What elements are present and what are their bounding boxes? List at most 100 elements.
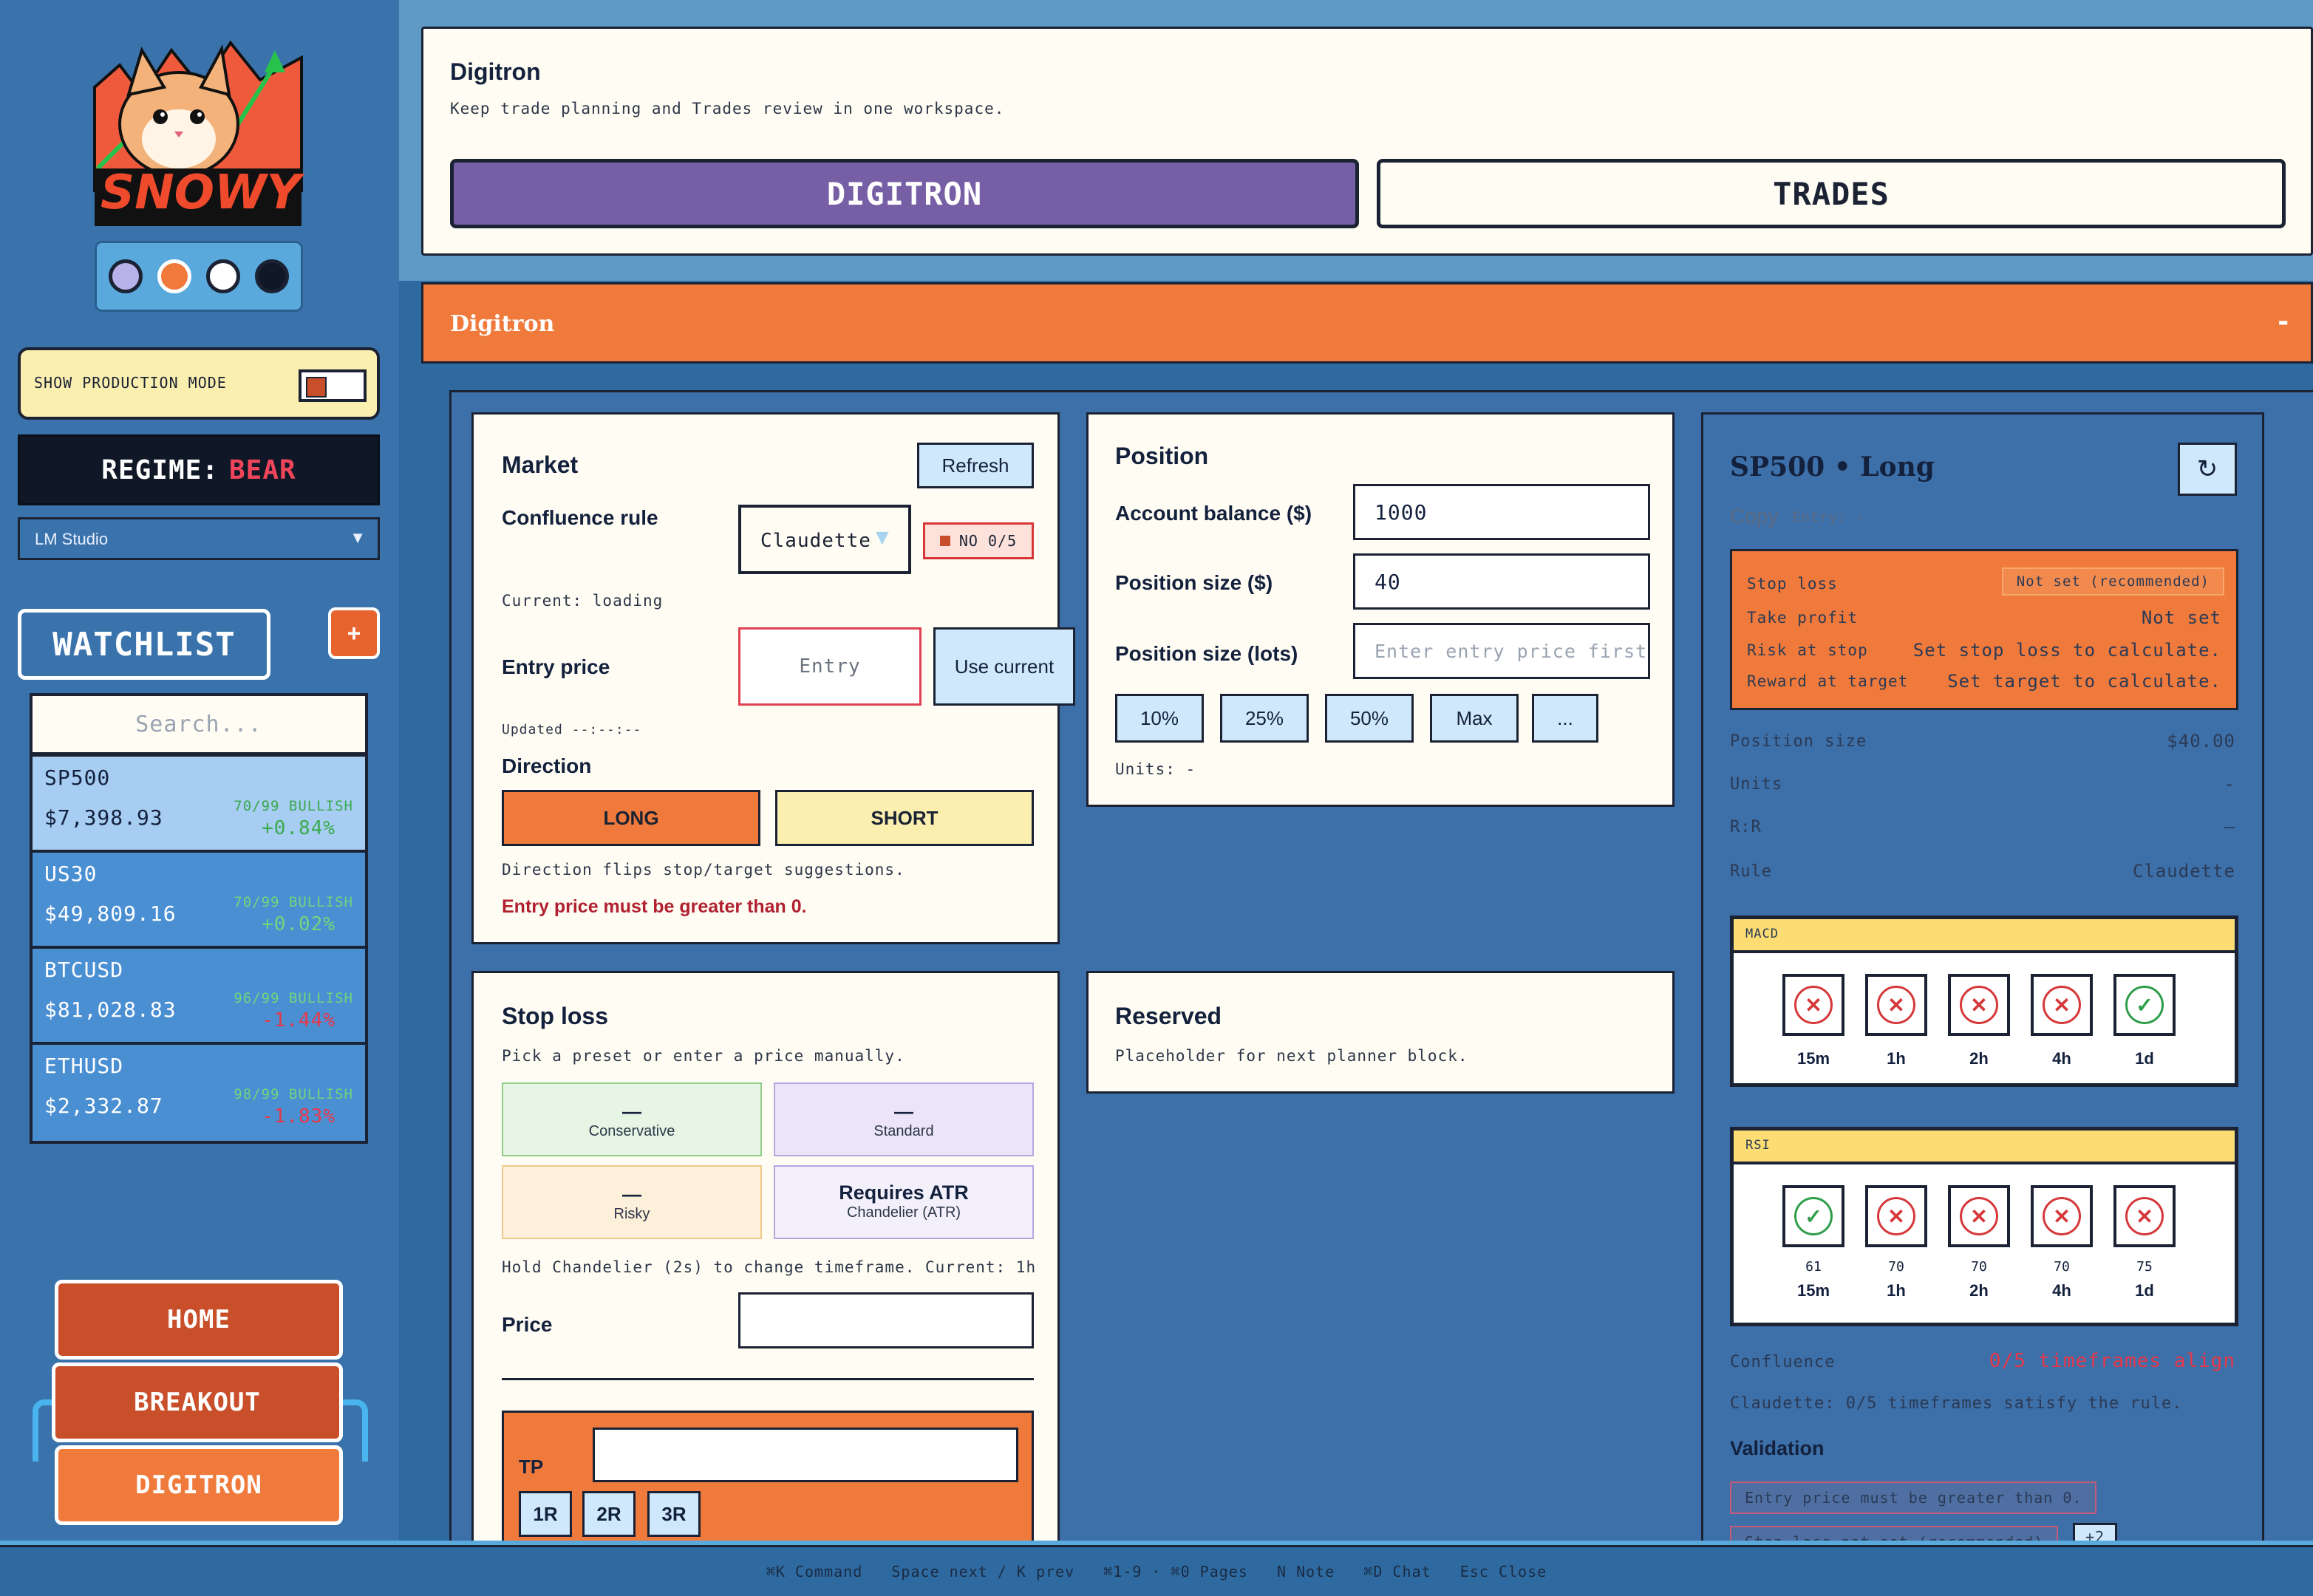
macd-1d-cell: ✓ (2113, 974, 2176, 1036)
rr-row-label: R:R (1730, 818, 1762, 836)
position-size-input[interactable]: 40 (1353, 553, 1650, 610)
lots-placeholder: Enter entry price first (1374, 640, 1648, 662)
macd-1h-status-icon: ✕ (1877, 986, 1915, 1024)
watchlist-search-input[interactable]: Search... (33, 696, 365, 752)
nav-home-button[interactable]: HOME (55, 1280, 343, 1360)
preset-50-button[interactable]: 50% (1325, 694, 1414, 743)
use-current-button[interactable]: Use current (933, 627, 1075, 706)
preset-10-button[interactable]: 10% (1115, 694, 1204, 743)
take-profit-value: Not set (2141, 607, 2221, 628)
preset-25-button[interactable]: 25% (1220, 694, 1309, 743)
price: $81,028.83 (44, 998, 177, 1022)
model-select[interactable]: LM Studio ▼ (18, 517, 380, 560)
theme-swatch-white[interactable] (206, 259, 240, 293)
rsi-block: RSI ✓ ✕ ✕ ✕ ✕ 61 70 70 70 75 15m 1h 2h 4… (1730, 1127, 2238, 1326)
confluence-rule-value: Claudette (760, 530, 871, 552)
entry-price-input[interactable]: Entry (738, 627, 922, 706)
watchlist-item-us30[interactable]: US30 $49,809.16 70/99 BULLISH +0.02% (33, 853, 365, 946)
tp-1r-button[interactable]: 1R (519, 1491, 572, 1537)
production-mode-label: SHOW PRODUCTION MODE (34, 374, 227, 392)
page-subtitle: Keep trade planning and Trades review in… (450, 100, 1005, 117)
confluence-label: Confluence (1730, 1353, 1836, 1371)
position-size-row-label: Position size (1730, 732, 1867, 751)
preset-label: Risky (613, 1206, 650, 1222)
chevron-down-icon: ▼ (871, 525, 893, 550)
digitron-panel-header[interactable]: Digitron - (421, 282, 2313, 364)
copy-button[interactable]: Copy (1730, 505, 1778, 528)
rsi-value: 61 (1805, 1259, 1822, 1275)
preset-label: Chandelier (ATR) (846, 1204, 961, 1221)
current-status: Current: loading (502, 592, 664, 610)
macd-tf-label: 1h (1887, 1049, 1906, 1068)
long-button[interactable]: LONG (502, 790, 760, 846)
theme-swatch-dark[interactable] (255, 259, 289, 293)
refresh-button[interactable]: Refresh (917, 443, 1034, 488)
short-button[interactable]: SHORT (775, 790, 1034, 846)
tp-input[interactable] (593, 1428, 1018, 1482)
sidebar: SNOWY SHOW PRODUCTION MODE REGIME: BEAR … (0, 0, 399, 1541)
rsi-4h-cell: ✕ (2031, 1185, 2093, 1247)
rr-row-value: — (2224, 816, 2235, 837)
preset-risky[interactable]: — Risky (502, 1165, 762, 1239)
watchlist-item-ethusd[interactable]: ETHUSD $2,332.87 98/99 BULLISH -1.83% (33, 1045, 365, 1141)
position-title: Position (1115, 443, 1209, 469)
production-mode-toggle[interactable]: SHOW PRODUCTION MODE (18, 347, 380, 420)
entry-error: Entry price must be greater than 0. (502, 896, 807, 917)
symbol: ETHUSD (44, 1054, 124, 1078)
nav-digitron-button[interactable]: DIGITRON (55, 1445, 343, 1525)
add-watchlist-button[interactable]: + (328, 607, 380, 659)
macd-1h-cell: ✕ (1865, 974, 1927, 1036)
watchlist-item-sp500[interactable]: SP500 $7,398.93 70/99 BULLISH +0.84% (33, 757, 365, 850)
tab-digitron[interactable]: DIGITRON (450, 159, 1359, 228)
summary-refresh-button[interactable]: ↻ (2178, 443, 2237, 496)
reward-value: Set target to calculate. (1947, 671, 2221, 692)
macd-tf-label: 4h (2052, 1049, 2071, 1068)
validation-item: Entry price must be greater than 0. (1730, 1481, 2097, 1514)
macd-title: MACD (1734, 919, 2235, 953)
position-size-row-value: $40.00 (2167, 731, 2235, 751)
preset-label: Conservative (588, 1123, 675, 1139)
stop-price-input[interactable] (738, 1292, 1034, 1348)
position-size-label: Position size ($) (1115, 571, 1273, 594)
preset-more-button[interactable]: ... (1532, 694, 1598, 743)
toggle-switch[interactable] (299, 369, 367, 402)
rsi-1h-cell: ✕ (1865, 1185, 1927, 1247)
signal: 70/99 BULLISH (234, 894, 353, 910)
confluence-status-badge: NO 0/5 (923, 522, 1034, 559)
tp-2r-button[interactable]: 2R (582, 1491, 636, 1537)
theme-swatch-lavender[interactable] (109, 259, 143, 293)
tab-trades[interactable]: TRADES (1377, 159, 2286, 228)
change: -1.44% (262, 1009, 335, 1031)
preset-chandelier[interactable]: Requires ATR Chandelier (ATR) (774, 1165, 1034, 1239)
rsi-1h-status-icon: ✕ (1877, 1197, 1915, 1235)
rsi-2h-status-icon: ✕ (1960, 1197, 1998, 1235)
panel-title: Digitron (450, 311, 555, 337)
macd-4h-cell: ✕ (2031, 974, 2093, 1036)
rsi-tf-label: 1d (2135, 1281, 2154, 1300)
rsi-tf-label: 15m (1796, 1281, 1830, 1300)
preset-max-button[interactable]: Max (1430, 694, 1519, 743)
macd-block: MACD ✕ ✕ ✕ ✕ ✓ 15m 1h 2h 4h 1d (1730, 915, 2238, 1087)
theme-swatch-orange[interactable] (157, 259, 191, 293)
confluence-rule-select[interactable]: Claudette ▼ (738, 505, 911, 574)
regime-value: BEAR (229, 454, 296, 485)
reserved-card: Reserved Placeholder for next planner bl… (1086, 971, 1675, 1094)
confluence-value: 0/5 timeframes align (1989, 1350, 2235, 1372)
nav-breakout-button[interactable]: BREAKOUT (52, 1363, 343, 1442)
collapse-button[interactable]: - (2278, 302, 2289, 339)
account-balance-input[interactable]: 1000 (1353, 484, 1650, 540)
rsi-15m-cell: ✓ (1782, 1185, 1844, 1247)
units-text: Units: - (1115, 760, 1196, 778)
watchlist-item-btcusd[interactable]: BTCUSD $81,028.83 96/99 BULLISH -1.44% (33, 949, 365, 1042)
reward-label: Reward at target (1747, 672, 1909, 690)
position-lots-input[interactable]: Enter entry price first (1353, 623, 1650, 679)
logo: SNOWY (90, 21, 306, 229)
preset-conservative[interactable]: — Conservative (502, 1082, 762, 1156)
entry-summary: Entry: - (1792, 509, 1866, 525)
market-title: Market (502, 451, 579, 478)
rsi-title: RSI (1734, 1130, 2235, 1164)
tp-3r-button[interactable]: 3R (647, 1491, 701, 1537)
theme-switcher (95, 241, 303, 312)
preset-standard[interactable]: — Standard (774, 1082, 1034, 1156)
chandelier-hint: Hold Chandelier (2s) to change timeframe… (502, 1258, 1037, 1276)
